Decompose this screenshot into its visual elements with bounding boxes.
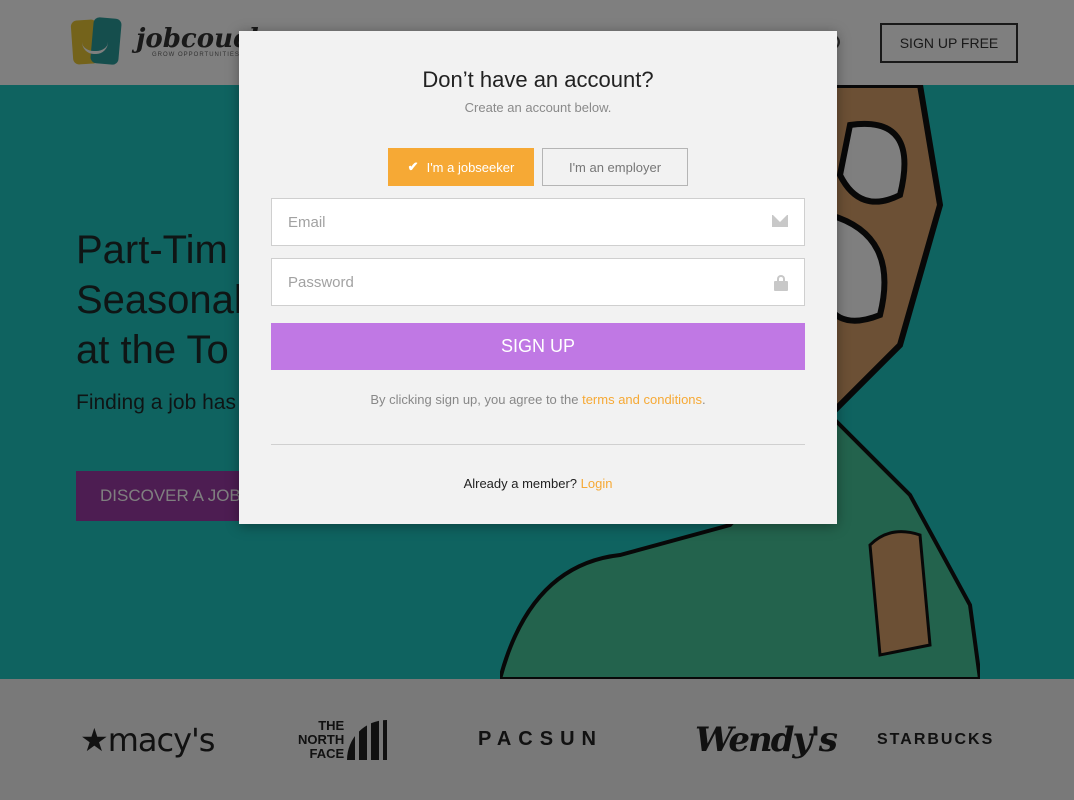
terms-suffix: .: [702, 392, 706, 407]
envelope-icon: [772, 215, 788, 227]
already-member-text: Already a member? Login: [239, 476, 837, 491]
modal-title: Don’t have an account?: [422, 67, 654, 92]
password-field: [271, 258, 805, 306]
divider: [271, 444, 805, 445]
email-input[interactable]: [272, 199, 804, 245]
login-link[interactable]: Login: [581, 476, 613, 491]
email-field: [271, 198, 805, 246]
checkmark-icon: ✔: [407, 159, 419, 174]
modal-subtitle: Create an account below.: [464, 100, 612, 115]
terms-text: By clicking sign up, you agree to the te…: [239, 392, 837, 407]
terms-prefix: By clicking sign up, you agree to the: [370, 392, 583, 407]
lock-icon: [774, 275, 788, 291]
signup-modal: Don’t have an account? Create an account…: [239, 31, 837, 524]
signup-button[interactable]: SIGN UP: [271, 323, 805, 370]
employer-toggle-button[interactable]: I'm an employer: [542, 148, 688, 186]
employer-toggle-label: I'm an employer: [568, 159, 662, 175]
member-prefix: Already a member?: [463, 476, 581, 491]
terms-link[interactable]: terms and conditions: [582, 392, 702, 407]
jobseeker-toggle-button[interactable]: ✔ I'm a jobseeker: [388, 148, 534, 186]
password-input[interactable]: [272, 259, 804, 305]
jobseeker-toggle-label: I'm a jobseeker: [426, 159, 515, 175]
